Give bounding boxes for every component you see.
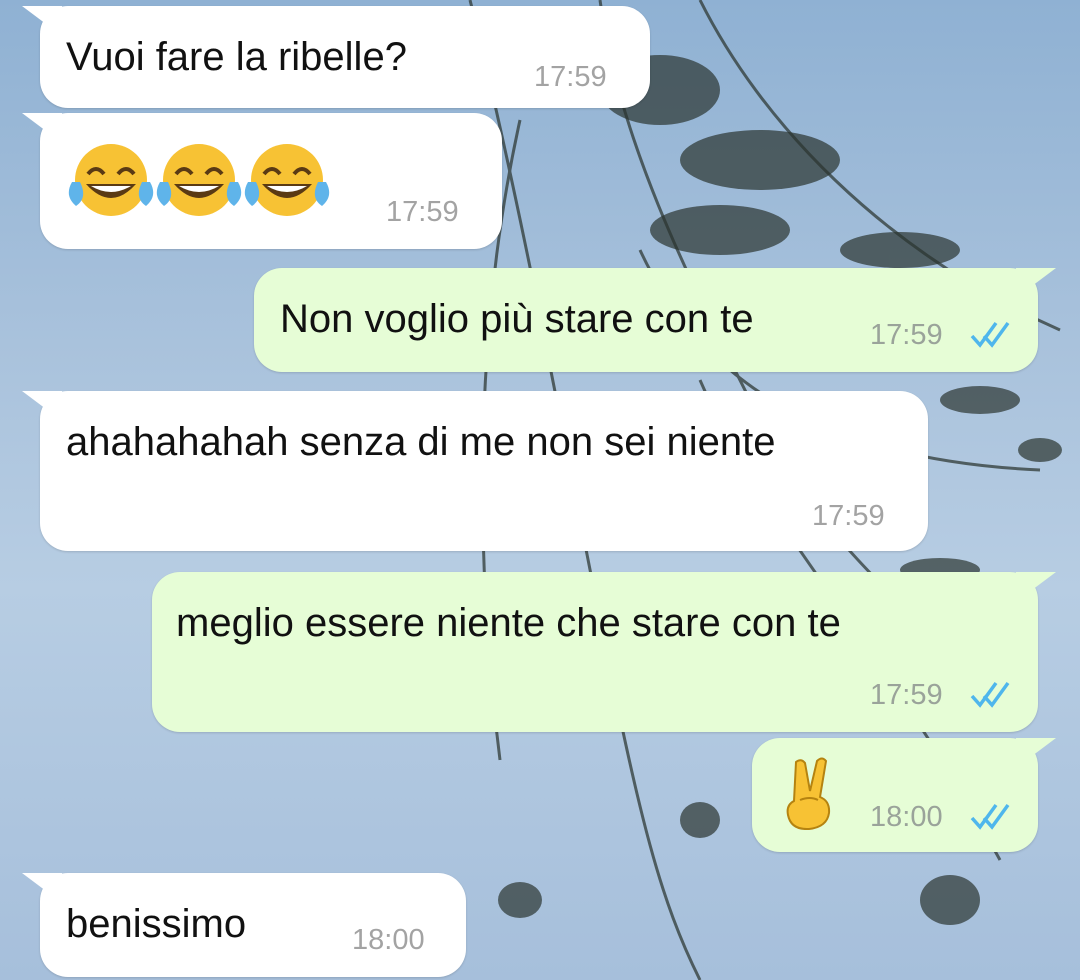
message-text: ahahahahah senza di me non sei niente — [66, 420, 776, 464]
read-receipt-icon — [970, 321, 1010, 348]
message-text: meglio essere niente che stare con te — [176, 601, 841, 645]
message-time: 17:59 — [812, 500, 885, 532]
message-list[interactable]: Vuoi fare la ribelle? 17:59 17:59 Non vo… — [0, 0, 1080, 980]
victory-hand-icon — [786, 757, 831, 830]
face-with-tears-of-joy-icon — [68, 144, 154, 216]
message-outgoing[interactable]: meglio essere niente che stare con te 17… — [152, 572, 1038, 732]
message-time: 18:00 — [352, 924, 425, 956]
message-time: 17:59 — [870, 319, 943, 351]
read-receipt-icon — [970, 681, 1010, 708]
message-incoming[interactable]: benissimo 18:00 — [40, 873, 466, 977]
face-with-tears-of-joy-icon — [244, 144, 330, 216]
read-receipt-icon — [970, 803, 1010, 830]
message-time: 17:59 — [534, 61, 607, 93]
message-outgoing[interactable]: 18:00 — [752, 738, 1038, 852]
face-with-tears-of-joy-icon — [156, 144, 242, 216]
message-text: Vuoi fare la ribelle? — [66, 35, 407, 79]
message-time: 18:00 — [870, 801, 943, 833]
message-text: benissimo — [66, 902, 247, 946]
message-time: 17:59 — [386, 196, 459, 228]
message-incoming[interactable]: ahahahahah senza di me non sei niente 17… — [40, 391, 928, 551]
message-text: Non voglio più stare con te — [280, 297, 754, 341]
message-time: 17:59 — [870, 679, 943, 711]
message-incoming[interactable]: 17:59 — [40, 113, 502, 249]
message-incoming[interactable]: Vuoi fare la ribelle? 17:59 — [40, 6, 650, 108]
message-outgoing[interactable]: Non voglio più stare con te 17:59 — [254, 268, 1038, 372]
